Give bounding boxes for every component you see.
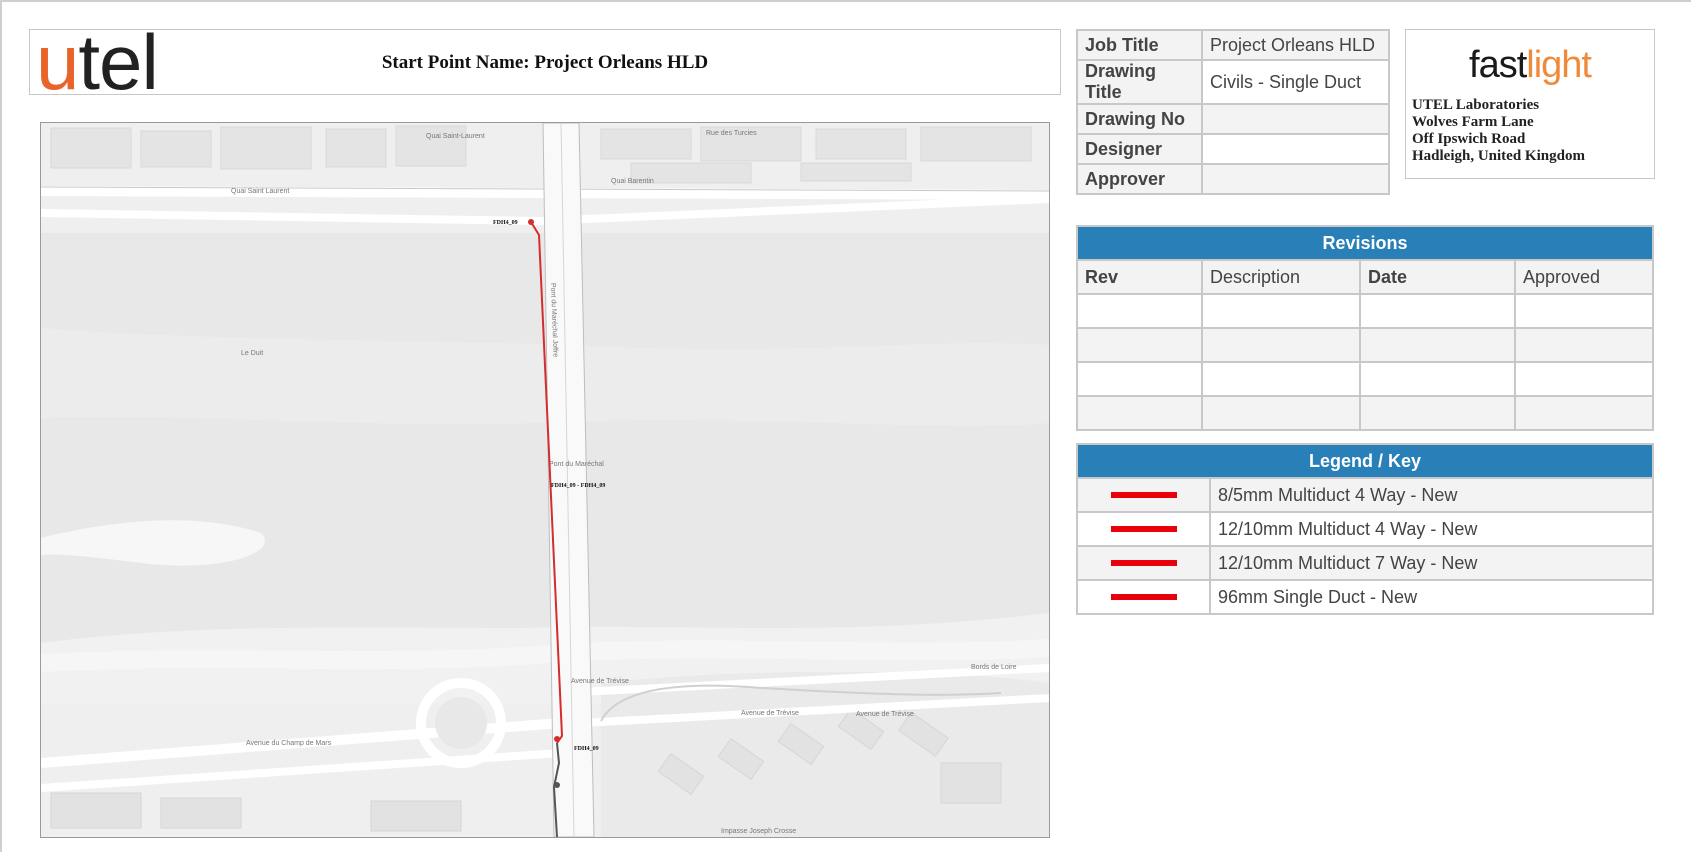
col-header-approved: Approved xyxy=(1514,259,1654,295)
legend-row: 12/10mm Multiduct 7 Way - New xyxy=(1076,545,1654,581)
map-label: Avenue de Trévise xyxy=(571,678,629,685)
address-line: Off Ipswich Road xyxy=(1412,131,1526,147)
revision-cell[interactable] xyxy=(1359,395,1516,431)
info-label: Drawing Title xyxy=(1076,59,1203,105)
info-value: Civils - Single Duct xyxy=(1201,59,1390,105)
revision-cell[interactable] xyxy=(1514,293,1654,329)
revision-row xyxy=(1076,361,1654,397)
legend-row: 8/5mm Multiduct 4 Way - New xyxy=(1076,477,1654,513)
revision-cell[interactable] xyxy=(1076,293,1203,329)
revision-cell[interactable] xyxy=(1076,327,1203,363)
legend-swatch-cell xyxy=(1076,579,1211,615)
legend-swatch-cell xyxy=(1076,477,1211,513)
legend-swatch-cell xyxy=(1076,511,1211,547)
node-label: FDH4_09 - FDH4_09 xyxy=(551,483,605,489)
map-label: Pont du Maréchal xyxy=(549,461,604,468)
revisions-table: Revisions Rev Description Date Approved xyxy=(1076,225,1654,431)
company-address: UTEL Laboratories Wolves Farm Lane Off I… xyxy=(1412,97,1585,165)
revision-row xyxy=(1076,293,1654,329)
revision-cell[interactable] xyxy=(1201,361,1361,397)
existing-node[interactable] xyxy=(554,782,560,788)
legend-row: 96mm Single Duct - New xyxy=(1076,579,1654,615)
revision-cell[interactable] xyxy=(1359,361,1516,397)
revision-cell[interactable] xyxy=(1201,293,1361,329)
red-line-icon xyxy=(1110,526,1177,532)
revisions-title: Revisions xyxy=(1076,225,1654,261)
info-value xyxy=(1201,103,1390,135)
address-line: UTEL Laboratories xyxy=(1412,97,1540,113)
address-line: Wolves Farm Lane xyxy=(1412,114,1534,130)
revision-row xyxy=(1076,327,1654,363)
info-label: Drawing No xyxy=(1076,103,1203,135)
map-label: Impasse Joseph Crosse xyxy=(721,828,796,835)
map-label: Avenue du Champ de Mars xyxy=(246,740,332,747)
revision-cell[interactable] xyxy=(1514,327,1654,363)
legend-label: 8/5mm Multiduct 4 Way - New xyxy=(1209,477,1654,513)
page-top-edge xyxy=(0,0,1691,2)
map-label: Rue des Turcies xyxy=(706,130,757,137)
fastlight-logo-light: light xyxy=(1526,44,1592,86)
legend-row: 12/10mm Multiduct 4 Way - New xyxy=(1076,511,1654,547)
drawing-info-table: Job Title Project Orleans HLD Drawing Tit… xyxy=(1076,29,1390,195)
company-block: fastlight UTEL Laboratories Wolves Farm … xyxy=(1405,29,1655,179)
map-label: Bords de Loire xyxy=(971,664,1017,671)
map-view[interactable]: Quai Saint-Laurent Quai Saint Laurent Ru… xyxy=(40,122,1050,838)
legend-label: 96mm Single Duct - New xyxy=(1209,579,1654,615)
revision-cell[interactable] xyxy=(1201,327,1361,363)
revision-cell[interactable] xyxy=(1076,395,1203,431)
revision-cell[interactable] xyxy=(1514,395,1654,431)
start-point-title: Start Point Name: Project Orleans HLD xyxy=(381,52,709,73)
info-value xyxy=(1201,133,1390,165)
legend-table: Legend / Key 8/5mm Multiduct 4 Way - New… xyxy=(1076,443,1654,615)
map-label: Quai Saint Laurent xyxy=(231,188,289,195)
info-row: Designer xyxy=(1076,133,1390,165)
legend-label: 12/10mm Multiduct 7 Way - New xyxy=(1209,545,1654,581)
map-label: Le Duit xyxy=(241,350,263,357)
fastlight-logo: fastlight xyxy=(1406,44,1654,87)
start-node[interactable] xyxy=(528,219,534,225)
end-node[interactable] xyxy=(554,736,560,742)
revision-row xyxy=(1076,395,1654,431)
address-line: Hadleigh, United Kingdom xyxy=(1412,148,1585,164)
red-line-icon xyxy=(1110,560,1177,566)
info-value: Project Orleans HLD xyxy=(1201,29,1390,61)
node-label: FDH4_09 xyxy=(493,220,518,226)
map-label: Quai Barentin xyxy=(611,178,654,185)
drawing-header: utel Start Point Name: Project Orleans H… xyxy=(29,23,1061,101)
info-label: Job Title xyxy=(1076,29,1203,61)
info-row: Drawing No xyxy=(1076,103,1390,135)
col-header-date: Date xyxy=(1359,259,1516,295)
red-line-icon xyxy=(1110,492,1177,498)
map-canvas: Quai Saint-Laurent Quai Saint Laurent Ru… xyxy=(41,123,1049,837)
legend-label: 12/10mm Multiduct 4 Way - New xyxy=(1209,511,1654,547)
col-header-description: Description xyxy=(1201,259,1361,295)
revision-cell[interactable] xyxy=(1359,293,1516,329)
fastlight-logo-fast: fast xyxy=(1469,44,1527,86)
node-label: FDH4_09 xyxy=(574,746,599,752)
info-row: Job Title Project Orleans HLD xyxy=(1076,29,1390,61)
col-header-rev: Rev xyxy=(1076,259,1203,295)
map-label: Quai Saint-Laurent xyxy=(426,133,485,140)
revision-cell[interactable] xyxy=(1076,361,1203,397)
info-label: Designer xyxy=(1076,133,1203,165)
revisions-header-row: Rev Description Date Approved xyxy=(1076,259,1654,295)
revision-cell[interactable] xyxy=(1359,327,1516,363)
info-row: Approver xyxy=(1076,163,1390,195)
red-line-icon xyxy=(1110,594,1177,600)
info-label: Approver xyxy=(1076,163,1203,195)
info-value xyxy=(1201,163,1390,195)
page-left-edge xyxy=(0,0,2,852)
map-label: Avenue de Trévise xyxy=(856,711,914,718)
map-label: Avenue de Trévise xyxy=(741,710,799,717)
info-row: Drawing Title Civils - Single Duct xyxy=(1076,59,1390,105)
revision-cell[interactable] xyxy=(1514,361,1654,397)
revision-cell[interactable] xyxy=(1201,395,1361,431)
legend-title: Legend / Key xyxy=(1076,443,1654,479)
legend-swatch-cell xyxy=(1076,545,1211,581)
